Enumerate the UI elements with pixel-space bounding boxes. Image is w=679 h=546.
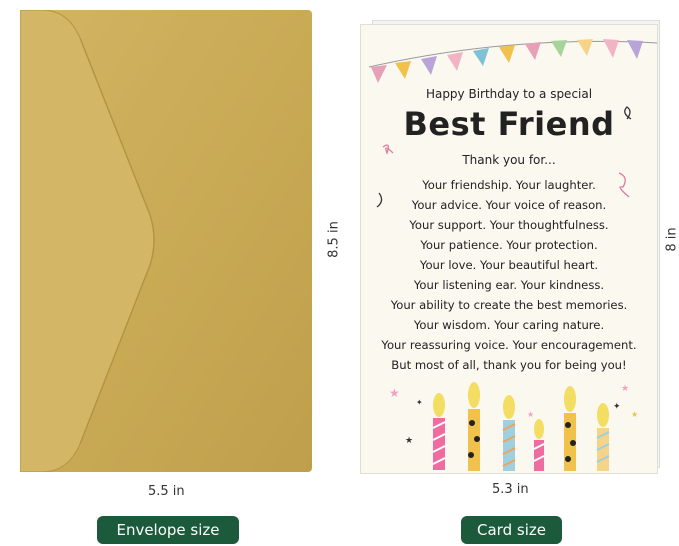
card-line: Your reassuring voice. Your encouragemen… (381, 338, 637, 352)
card-width-label: 5.3 in (492, 482, 529, 497)
card-line: Your wisdom. Your caring nature. (413, 318, 605, 332)
envelope-width-label: 5.5 in (148, 484, 185, 499)
svg-text:★: ★ (621, 384, 629, 394)
card-line: Your support. Your thoughtfulness. (409, 218, 609, 232)
candles-icon (432, 382, 610, 471)
envelope-size-caption: Envelope size (97, 516, 239, 544)
card-line: Your ability to create the best memories… (390, 298, 628, 312)
card-line: Your friendship. Your laughter. (422, 178, 596, 192)
card-line: But most of all, thank you for being you… (391, 358, 627, 372)
card-line: Your love. Your beautiful heart. (419, 258, 599, 272)
card-line: Your patience. Your protection. (420, 238, 598, 252)
card-line: Your listening ear. Your kindness. (413, 278, 605, 292)
card-size-caption: Card size (461, 516, 562, 544)
svg-text:★: ★ (527, 410, 534, 419)
card-headline: Best Friend (403, 105, 615, 143)
svg-text:★: ★ (631, 410, 638, 419)
card-thanks-text: Thank you for... (462, 153, 556, 167)
card-height-label: 8 in (664, 227, 679, 252)
svg-text:★: ★ (389, 386, 400, 400)
card-message-lines: Your friendship. Your laughter. Your adv… (361, 175, 657, 375)
birthday-card: ★ ✦ ★ ★ ✦ ★ ★ Happy Birthday to a specia… (360, 20, 660, 474)
svg-text:★: ★ (405, 436, 413, 446)
gold-envelope (20, 10, 312, 472)
envelope-height-label: 8.5 in (326, 221, 342, 258)
card-intro-text: Happy Birthday to a special (425, 87, 593, 101)
card-line: Your advice. Your voice of reason. (411, 198, 607, 212)
svg-text:✦: ✦ (613, 402, 621, 412)
svg-text:✦: ✦ (416, 398, 423, 407)
card-front-panel: ★ ✦ ★ ★ ✦ ★ ★ Happy Birthday to a specia… (360, 24, 658, 474)
